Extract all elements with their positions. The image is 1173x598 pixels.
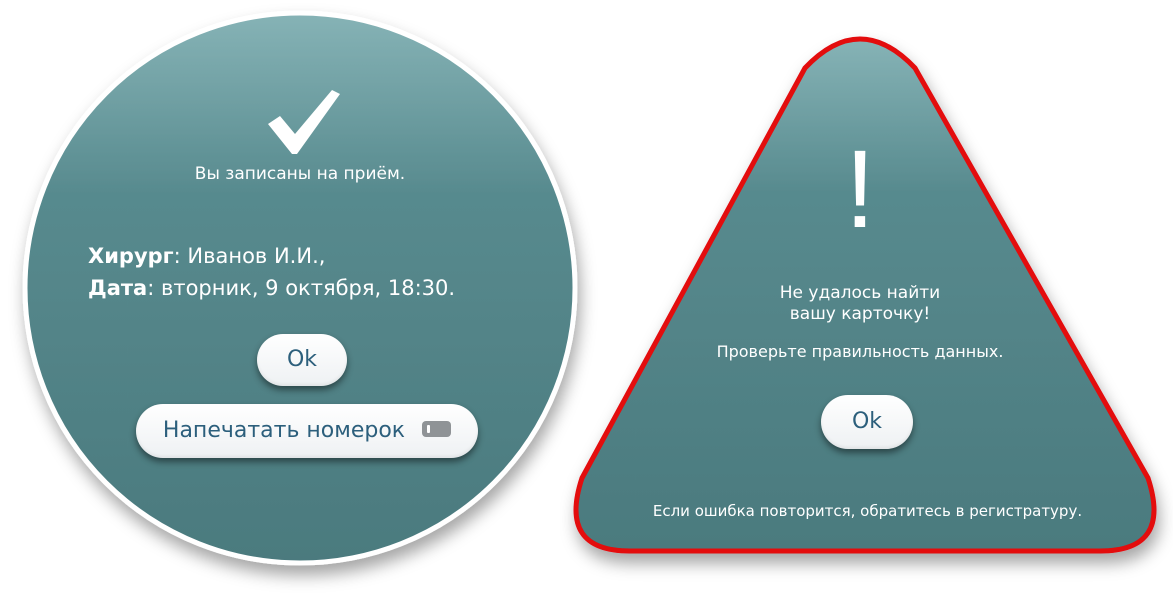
error-hint: Проверьте правильность данных.	[716, 342, 1004, 361]
error-title: Не удалось найти вашу карточку!	[660, 283, 1060, 325]
success-message: Вы записаны на приём.	[194, 164, 406, 184]
print-ticket-label: Напечатать номерок	[162, 418, 406, 443]
surgeon-line: Хирург: Иванов И.И.,	[88, 244, 325, 268]
checkmark-icon	[268, 90, 340, 154]
error-dialog: ! Не удалось найти вашу карточку! Провер…	[560, 30, 1173, 598]
error-ok-button[interactable]: Ok	[821, 395, 913, 449]
ok-button-label: Ok	[286, 347, 318, 372]
error-ok-label: Ok	[851, 409, 883, 434]
date-line: Дата: вторник, 9 октября, 18:30.	[88, 276, 455, 300]
exclamation-icon: !	[844, 128, 876, 251]
date-label: Дата	[88, 276, 148, 300]
date-value: : вторник, 9 октября, 18:30.	[147, 276, 456, 300]
ok-button[interactable]: Ok	[257, 334, 347, 386]
success-dialog: Вы записаны на приём. Хирург: Иванов И.И…	[0, 0, 600, 598]
error-footer: Если ошибка повторится, обратитесь в рег…	[652, 502, 1083, 520]
print-ticket-button[interactable]: Напечатать номерок	[136, 404, 478, 458]
surgeon-value: : Иванов И.И.,	[173, 244, 326, 268]
error-title-line1: Не удалось найти	[779, 283, 941, 303]
surgeon-label: Хирург	[88, 244, 174, 268]
ticket-icon	[422, 421, 452, 437]
error-title-line2: вашу карточку!	[789, 304, 931, 324]
